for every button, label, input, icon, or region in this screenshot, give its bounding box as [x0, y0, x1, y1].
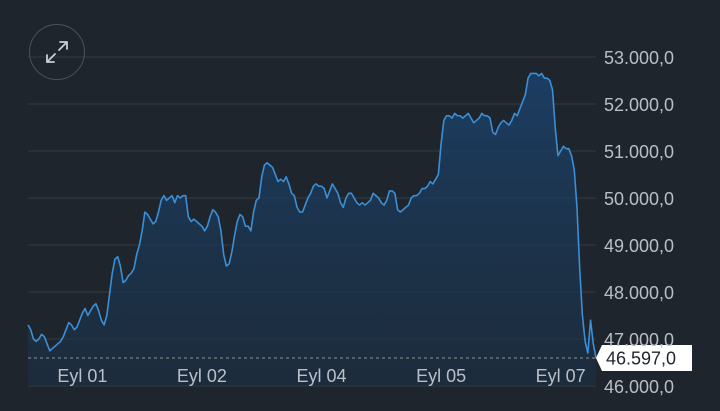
- area-fill-layer: [28, 73, 596, 386]
- price-chart: 46.597,0 53.000,0 52.000,0 51.000,0 50.000,…: [27, 48, 692, 397]
- y-tick-label: 49.000,0: [604, 236, 674, 256]
- y-tick-label: 48.000,0: [604, 283, 674, 303]
- expand-arrows-icon: [46, 41, 68, 63]
- x-tick-label: Eyl 07: [536, 366, 586, 386]
- y-tick-label: 47.000,0: [604, 330, 674, 350]
- series-area: [28, 73, 596, 386]
- x-tick-label: Eyl 01: [57, 366, 107, 386]
- x-tick-label: Eyl 02: [177, 366, 227, 386]
- expand-button[interactable]: [29, 24, 85, 80]
- y-tick-label: 46.000,0: [604, 377, 674, 397]
- y-tick-label: 50.000,0: [604, 189, 674, 209]
- x-tick-label: Eyl 04: [296, 366, 346, 386]
- last-value-label: 46.597,0: [606, 348, 676, 368]
- y-axis-ticks: 53.000,0 52.000,0 51.000,0 50.000,0 49.000,0…: [604, 48, 674, 397]
- y-tick-label: 53.000,0: [604, 48, 674, 68]
- x-tick-label: Eyl 05: [416, 366, 466, 386]
- y-tick-label: 52.000,0: [604, 95, 674, 115]
- y-tick-label: 51.000,0: [604, 142, 674, 162]
